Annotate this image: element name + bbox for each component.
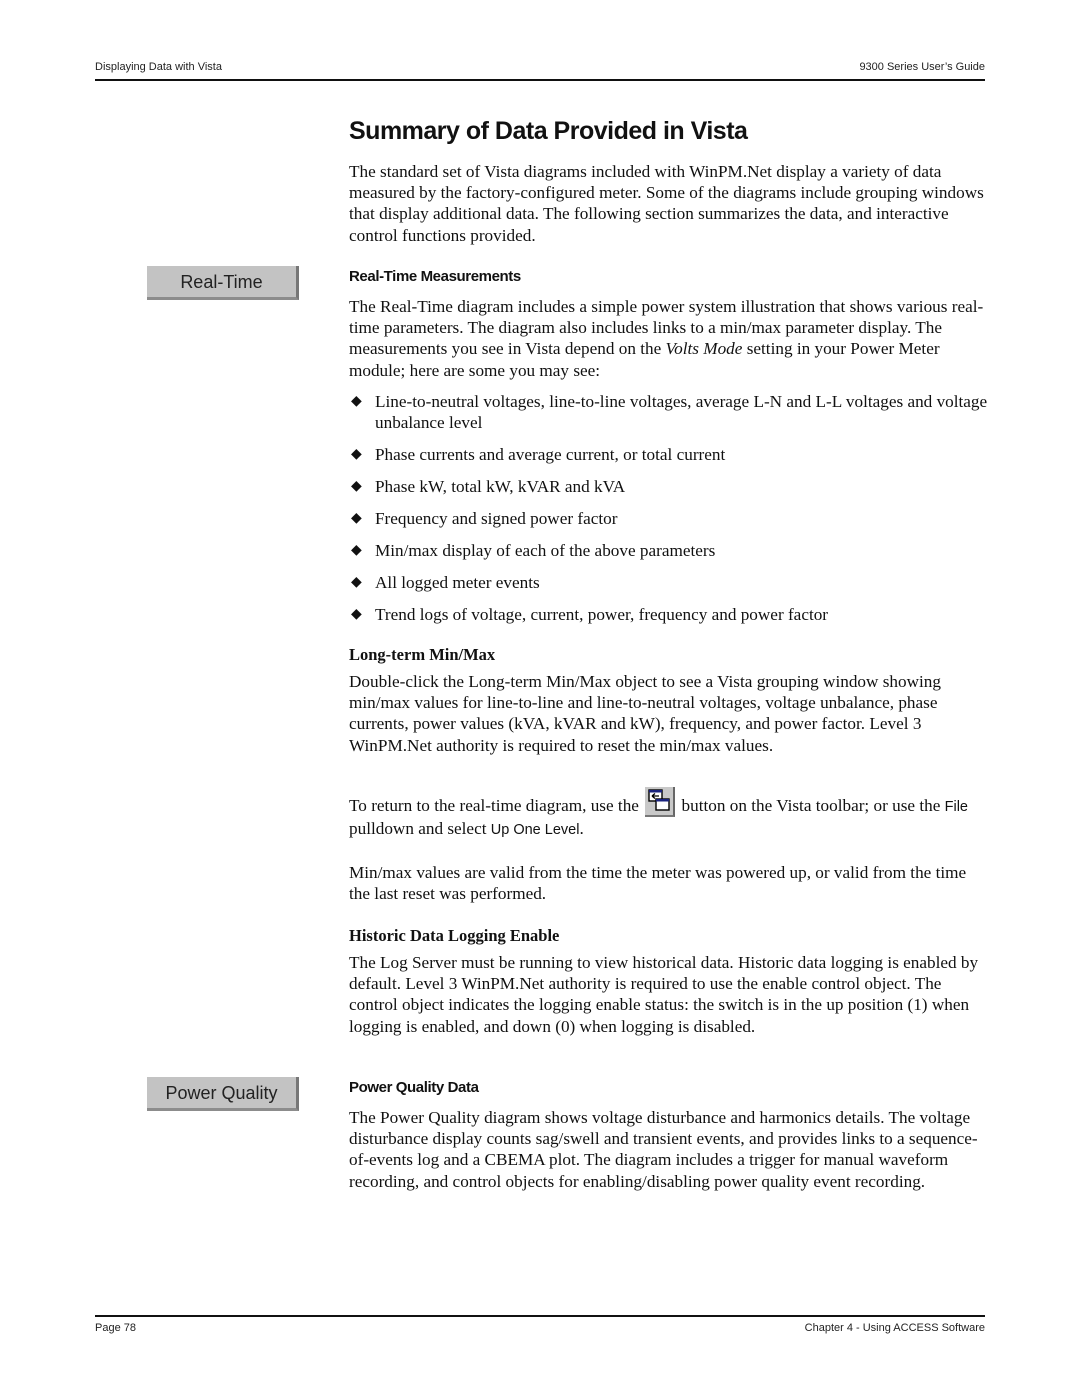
return-text-end: . [579,819,584,839]
page-number: Page 78 [95,1322,136,1334]
return-text-2: button on the Vista toolbar; or use the [681,796,941,815]
power-quality-paragraph: The Power Quality diagram shows voltage … [349,1108,978,1191]
real-time-heading: Real-Time Measurements [349,268,521,285]
list-item: ◆ Trend logs of voltage, current, power, … [349,604,989,625]
list-item: ◆ Frequency and signed power factor [349,508,989,529]
list-item: ◆ All logged meter events [349,572,989,593]
list-item-text: All logged meter events [375,573,540,593]
diamond-bullet-icon: ◆ [351,479,362,495]
intro-paragraph: The standard set of Vista diagrams inclu… [349,162,984,245]
diamond-bullet-icon: ◆ [351,607,362,623]
header-guide-title: 9300 Series User’s Guide [859,61,985,73]
footer-chapter-title: Chapter 4 - Using ACCESS Software [804,1322,985,1334]
list-item-text: Line-to-neutral voltages, line-to-line v… [375,392,988,433]
power-quality-button: Power Quality [147,1077,299,1111]
list-item-text: Phase currents and average current, or t… [375,445,726,465]
diamond-bullet-icon: ◆ [351,575,362,591]
historic-paragraph: The Log Server must be running to view h… [349,953,979,1036]
validity-paragraph: Min/max values are valid from the time t… [349,863,967,904]
long-term-heading: Long-term Min/Max [349,645,496,664]
list-item-text: Min/max display of each of the above par… [375,541,716,561]
list-item: ◆ Phase kW, total kW, kVAR and kVA [349,476,989,497]
up-one-level-icon [645,787,676,817]
list-item: ◆ Min/max display of each of the above pa… [349,540,989,561]
file-menu-name: File [944,799,968,815]
diamond-bullet-icon: ◆ [351,511,362,527]
real-time-paragraph: The Real-Time diagram includes a simple … [349,296,989,381]
up-one-level-menu-name: Up One Level [490,822,580,839]
header-rule [95,79,985,81]
return-text-3: pulldown and select [349,819,487,839]
power-quality-heading: Power Quality Data [349,1079,479,1096]
header-section-title: Displaying Data with Vista [95,61,222,73]
list-item: ◆ Phase currents and average current, or … [349,444,989,465]
footer-rule [95,1315,985,1317]
return-text-1: To return to the real-time diagram, use … [349,796,639,815]
real-time-button: Real-Time [147,266,299,300]
list-item-text: Trend logs of voltage, current, power, f… [375,605,829,625]
diamond-bullet-icon: ◆ [351,447,362,463]
long-term-paragraph: Double-click the Long-term Min/Max objec… [349,672,941,755]
volts-mode-term: Volts Mode [665,339,743,359]
diamond-bullet-icon: ◆ [351,543,362,559]
measurement-list: ◆ Line-to-neutral voltages, line-to-line … [349,391,989,636]
list-item-text: Frequency and signed power factor [375,509,618,529]
page-title: Summary of Data Provided in Vista [349,117,748,145]
historic-heading: Historic Data Logging Enable [349,926,560,945]
list-item-text: Phase kW, total kW, kVAR and kVA [375,477,626,497]
diamond-bullet-icon: ◆ [351,394,362,409]
return-paragraph: To return to the real-time diagram, use … [349,787,989,841]
list-item: ◆ Line-to-neutral voltages, line-to-line … [349,391,989,433]
